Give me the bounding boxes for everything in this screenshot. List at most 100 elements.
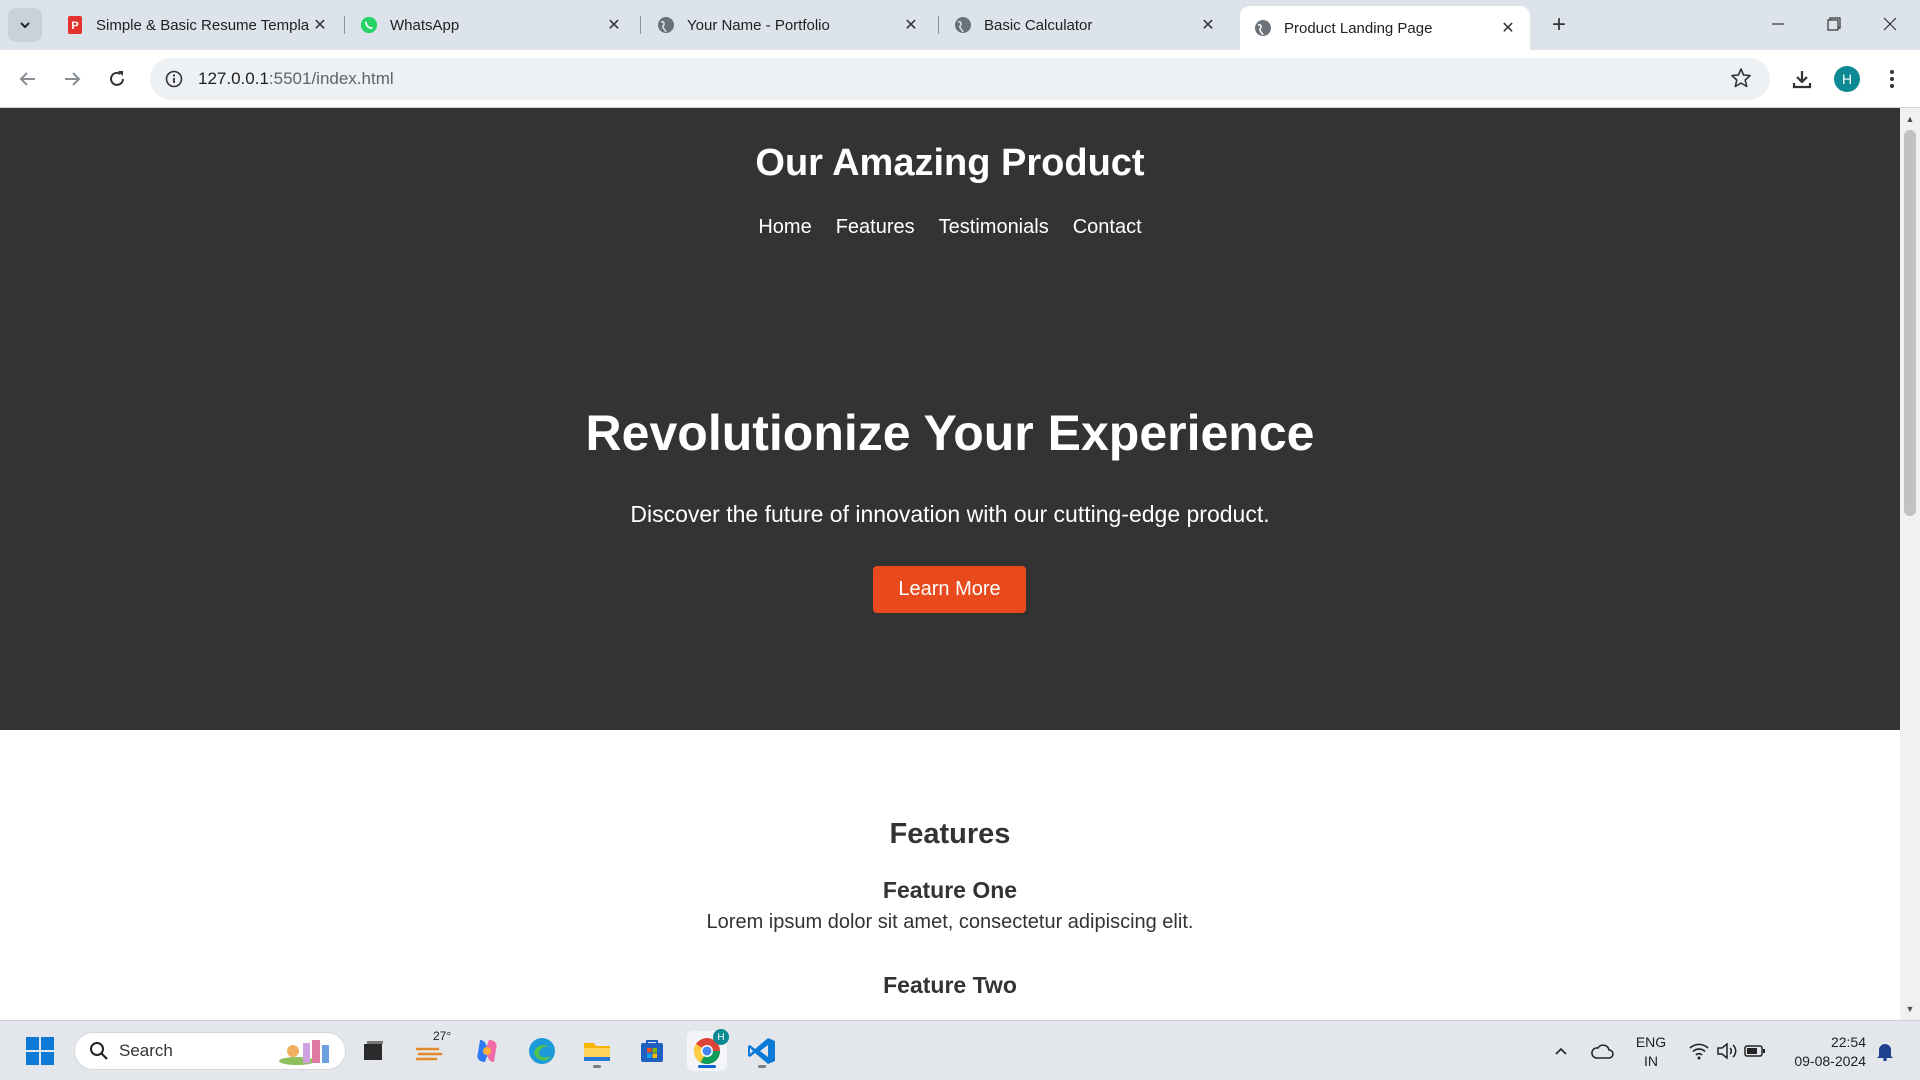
close-icon[interactable]: ✕	[1498, 18, 1518, 38]
tab-product-landing[interactable]: Product Landing Page ✕	[1240, 6, 1530, 50]
chrome-profile-badge: H	[713, 1029, 729, 1045]
running-indicator	[593, 1065, 601, 1068]
hero-section: Our Amazing Product Home Features Testim…	[0, 108, 1900, 730]
wifi-icon	[1689, 1043, 1709, 1060]
back-button[interactable]	[12, 63, 44, 95]
tab-resume[interactable]: P Simple & Basic Resume Templa ✕	[52, 6, 342, 44]
svg-text:P: P	[71, 20, 78, 32]
windows-logo-icon	[26, 1037, 54, 1065]
scrollbar-thumb[interactable]	[1904, 130, 1916, 516]
folder-icon	[584, 1043, 610, 1061]
whatsapp-icon	[360, 16, 378, 34]
tab-title: Your Name - Portfolio	[687, 16, 830, 34]
copilot-button[interactable]	[467, 1031, 507, 1071]
language-indicator[interactable]: ENG IN	[1630, 1033, 1672, 1071]
tab-search-button[interactable]	[8, 8, 42, 42]
restore-button[interactable]	[1806, 0, 1862, 48]
new-tab-button[interactable]: +	[1544, 10, 1574, 40]
tab-whatsapp[interactable]: WhatsApp ✕	[346, 6, 636, 44]
battery-icon	[1744, 1045, 1765, 1057]
cloud-icon	[1591, 1044, 1614, 1059]
volume-icon	[1717, 1042, 1737, 1060]
vscode-icon	[748, 1038, 775, 1064]
clock[interactable]: 22:54 09-08-2024	[1778, 1033, 1866, 1071]
weather-temp: 27°	[432, 1029, 453, 1043]
site-title: Our Amazing Product	[755, 142, 1145, 184]
close-icon[interactable]: ✕	[310, 15, 330, 35]
address-bar[interactable]: 127.0.0.1:5501/index.html	[150, 58, 1770, 100]
site-nav: Home Features Testimonials Contact	[0, 216, 1900, 239]
nav-link-features[interactable]: Features	[836, 216, 915, 239]
task-view-button[interactable]	[353, 1031, 393, 1071]
taskbar: Search 27° H ENG IN 22:54 09-08-2024	[0, 1020, 1920, 1080]
feature-title: Feature One	[882, 877, 1018, 903]
restore-icon	[1827, 17, 1841, 31]
feature-text: Lorem ipsum dolor sit amet, consectetur …	[706, 911, 1194, 933]
features-section: Features Feature One Lorem ipsum dolor s…	[0, 730, 1900, 1020]
nav-link-contact[interactable]: Contact	[1073, 216, 1142, 239]
features-heading: Features	[889, 818, 1011, 850]
bell-icon	[1877, 1044, 1893, 1061]
chevron-up-icon	[1555, 1047, 1567, 1055]
close-icon	[1883, 17, 1897, 31]
browser-menu-button[interactable]	[1876, 63, 1908, 95]
store-icon	[641, 1040, 663, 1062]
vscode-button[interactable]	[742, 1031, 782, 1071]
globe-icon	[657, 16, 675, 34]
quick-settings-button[interactable]	[1682, 1031, 1772, 1071]
forward-button[interactable]	[56, 63, 88, 95]
reload-icon	[110, 71, 124, 86]
minimize-icon	[1772, 23, 1784, 25]
search-label: Search	[119, 1041, 173, 1060]
site-info-icon[interactable]	[162, 67, 186, 91]
running-indicator	[758, 1065, 766, 1068]
copilot-icon	[477, 1040, 497, 1062]
close-window-button[interactable]	[1862, 0, 1918, 48]
reload-button[interactable]	[101, 63, 133, 95]
show-hidden-icons-button[interactable]	[1542, 1031, 1580, 1071]
url-text: 127.0.0.1:5501/index.html	[198, 69, 394, 88]
arrow-left-icon	[19, 72, 35, 86]
tab-strip: P Simple & Basic Resume Templa ✕ WhatsAp…	[0, 0, 1920, 50]
tab-title: Product Landing Page	[1284, 19, 1433, 37]
page-viewport: Our Amazing Product Home Features Testim…	[0, 108, 1900, 1020]
chrome-button[interactable]: H	[687, 1029, 729, 1071]
nav-link-testimonials[interactable]: Testimonials	[939, 216, 1049, 239]
onedrive-button[interactable]	[1582, 1031, 1622, 1071]
profile-button[interactable]: H	[1831, 63, 1863, 95]
notifications-button[interactable]	[1870, 1031, 1900, 1071]
close-icon[interactable]: ✕	[604, 15, 624, 35]
scroll-down-arrow[interactable]: ▼	[1900, 1000, 1920, 1018]
active-indicator	[698, 1065, 716, 1068]
bookmark-star-icon[interactable]	[1730, 67, 1754, 91]
close-icon[interactable]: ✕	[1198, 15, 1218, 35]
tab-divider	[640, 16, 641, 34]
pdf-icon: P	[66, 16, 84, 34]
arrow-right-icon	[65, 72, 81, 86]
more-vertical-icon	[1890, 70, 1894, 88]
start-button[interactable]	[20, 1031, 60, 1071]
page-scrollbar[interactable]: ▲ ▼	[1900, 108, 1920, 1020]
weather-widget[interactable]: 27°	[410, 1029, 453, 1071]
search-icon	[90, 1042, 108, 1060]
tab-title: WhatsApp	[390, 16, 460, 34]
downloads-button[interactable]	[1786, 63, 1818, 95]
browser-toolbar: 127.0.0.1:5501/index.html H	[0, 50, 1920, 108]
learn-more-button[interactable]: Learn More	[873, 566, 1026, 613]
edge-button[interactable]	[522, 1031, 562, 1071]
tab-title: Basic Calculator	[984, 16, 1093, 34]
globe-icon	[1254, 19, 1272, 37]
clock-time: 22:54	[1830, 1034, 1866, 1050]
tab-calculator[interactable]: Basic Calculator ✕	[940, 6, 1230, 44]
store-button[interactable]	[632, 1031, 672, 1071]
nav-link-home[interactable]: Home	[758, 216, 811, 239]
hero-text: Discover the future of innovation with o…	[630, 501, 1270, 527]
close-icon[interactable]: ✕	[901, 15, 921, 35]
chevron-down-icon	[20, 22, 30, 29]
file-explorer-button[interactable]	[577, 1031, 617, 1071]
tab-portfolio[interactable]: Your Name - Portfolio ✕	[643, 6, 933, 44]
scroll-up-arrow[interactable]: ▲	[1900, 110, 1920, 128]
minimize-button[interactable]	[1750, 0, 1806, 48]
taskbar-search[interactable]: Search	[74, 1032, 346, 1070]
task-view-icon	[364, 1041, 383, 1060]
